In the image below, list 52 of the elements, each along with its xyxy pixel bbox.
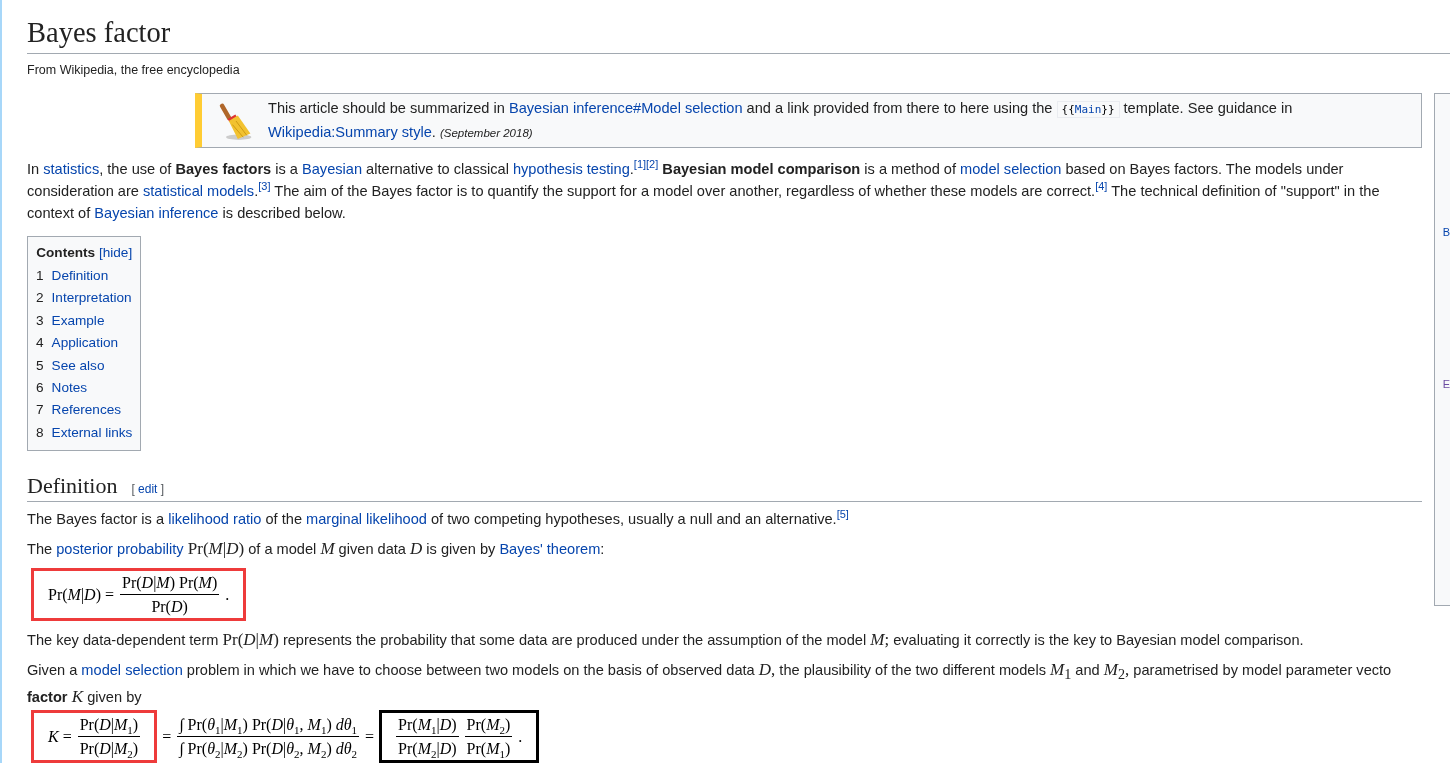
contents-link[interactable]: Interpretation: [51, 290, 132, 306]
contents-link[interactable]: See also: [51, 357, 105, 373]
contents-number: 2: [36, 290, 44, 306]
paragraph: In statistics, the use of Bayes factors is a Bayesian alternative to classical hypothesis testing.$^{[1]}$$^{[2]}$ Bayesian model comparison is a method of model selection based on Bayes factors. The models under consideration are statistical models.$^{[3]}$ The aim of the Bayes factor is to quantify the support for a model over another, regardless of whether these models are correct.$^{[4]}$ The technical definition of "support" in the context of Bayesian inference is described below.: [27, 158, 1381, 224]
reference-link[interactable]: [4]: [1095, 180, 1108, 193]
notice-text: This article should be summarized in Bayesian inference#Model selection and a link provided from there to here using the {{Main}} template. See guidance in Wikipedia:Summary style. (September 2018): [268, 99, 1294, 143]
link[interactable]: Wikipedia:Summary style: [268, 124, 432, 141]
contents-number: 7: [36, 402, 44, 418]
paragraph: The posterior probability Pr(M|D) of a model M given data D is given by Bayes' theorem:: [27, 538, 606, 561]
contents-number: 5: [36, 357, 44, 373]
highlight-frame: Pr(M|D) = Pr(D|M) Pr(M) Pr(D) .: [31, 568, 247, 622]
infobox-text: E: [1442, 378, 1450, 391]
contents-number: 4: [36, 335, 44, 351]
link[interactable]: likelihood ratio: [168, 511, 262, 528]
contents-number: 1: [36, 268, 44, 284]
template-link[interactable]: {{Main}}: [1056, 101, 1120, 119]
link[interactable]: model selection: [81, 662, 183, 679]
reference-link[interactable]: [2]: [646, 158, 659, 171]
contents-link[interactable]: Application: [51, 335, 119, 351]
highlight-frame: K = Pr(D|M$_{1}$) Pr(D|M$_{2}$): [31, 709, 158, 763]
contents-number: 6: [36, 380, 44, 396]
link[interactable]: Bayesian inference#Model selection: [508, 100, 743, 117]
contents-link[interactable]: Notes: [51, 380, 88, 396]
link[interactable]: marginal likelihood: [306, 511, 427, 528]
contents-number: 3: [36, 312, 44, 328]
contents-link[interactable]: Definition: [51, 268, 109, 284]
link[interactable]: posterior probability: [56, 541, 184, 558]
contents-number: 8: [36, 424, 44, 440]
contents-title: Contents: [36, 245, 96, 261]
reference-link[interactable]: [5]: [836, 508, 849, 521]
paragraph: The Bayes factor is a likelihood ratio of the marginal likelihood of two competing hypotheses, usually a null and an alternative.$^{[5]}$: [27, 508, 850, 530]
paragraph: The key data-dependent term Pr(D|M) represents the probability that some data are produced under the assumption of the model M; evaluating it correctly is the key to Bayesian model comparison.: [27, 629, 1305, 652]
link[interactable]: hypothesis testing: [512, 161, 630, 178]
section-heading: Definition: [27, 473, 118, 500]
edit-link[interactable]: [ edit ]: [131, 482, 165, 497]
reference-link[interactable]: [1]: [633, 158, 647, 171]
text-line: Given a model selection problem in which we have to choose between two models on the basis of observed data D, the plausibility of the two different models M$_{1}$ and M$_{2}$, parametrised by model parameter vecto: [27, 659, 1393, 685]
hide-link[interactable]: [hide]: [98, 245, 133, 261]
reference-link[interactable]: [3]: [258, 180, 271, 193]
text-line: factor K given by: [27, 685, 143, 708]
broom-icon: [218, 100, 254, 141]
page-title: Bayes factor: [27, 0, 1450, 55]
link[interactable]: Bayesian: [302, 161, 363, 178]
link[interactable]: Bayesian inference: [94, 205, 219, 222]
contents-link[interactable]: References: [51, 402, 122, 418]
infobox-text: B: [1442, 226, 1450, 239]
equation-part: = ∫ Pr(θ$_{1}$|M$_{1}$) Pr(D|θ$_{1}$, M$_{1}$) dθ$_{1}$ ∫ Pr(θ$_{2}$|M$_{2}$) Pr(D|θ$_{2}$, M$_{2}$) dθ$_{2}$ =: [161, 713, 376, 762]
highlight-frame: Pr(M$_{1}$|D) Pr(M$_{2}$|D) Pr(M$_{2}$) Pr(M$_{1}$) .: [379, 709, 540, 763]
link[interactable]: model selection: [960, 161, 1062, 178]
contents-link[interactable]: External links: [51, 424, 133, 440]
contents-link[interactable]: Example: [51, 312, 105, 328]
tagline: From Wikipedia, the free encyclopedia: [27, 63, 241, 78]
